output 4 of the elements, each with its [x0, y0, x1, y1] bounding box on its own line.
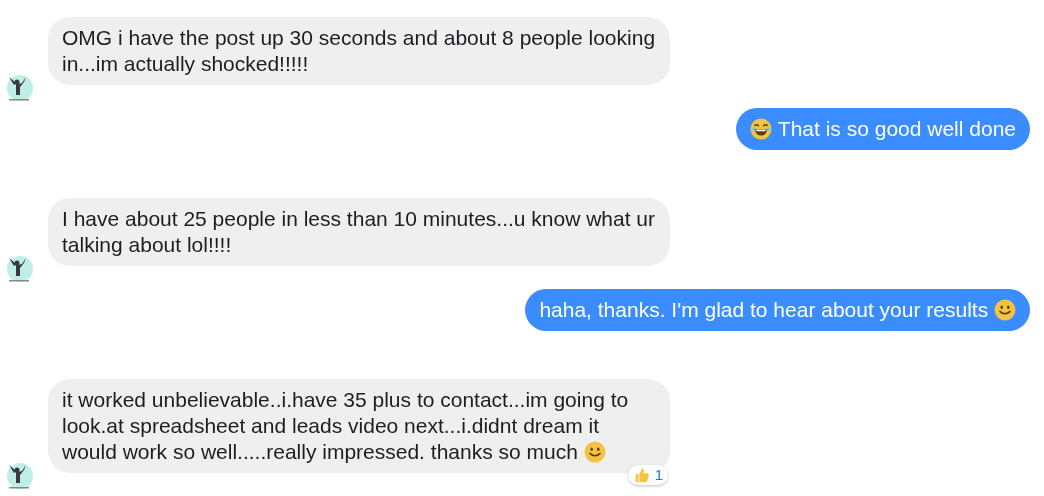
received-message-bubble: I have about 25 people in less than 10 minutes...u know what ur talking about lol!!!!: [48, 198, 670, 266]
sent-message-bubble: That is so good well done: [736, 108, 1030, 150]
received-message-bubble: OMG i have the post up 30 seconds and about 8 people looking in...im actually shocked!!!!!: [48, 17, 670, 85]
sent-message-bubble: haha, thanks. I'm glad to hear about your results: [525, 289, 1030, 331]
